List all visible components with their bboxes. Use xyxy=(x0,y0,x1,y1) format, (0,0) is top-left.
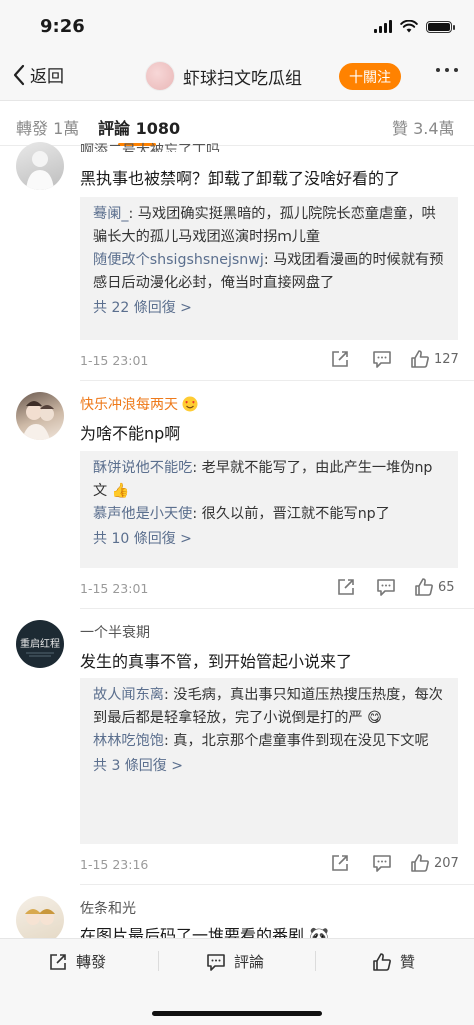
heart-eyes-emoji-icon xyxy=(182,396,198,412)
home-indicator[interactable] xyxy=(152,1011,322,1016)
like-count: 207 xyxy=(434,855,459,871)
avatar[interactable] xyxy=(16,392,64,440)
like-button[interactable]: 贊 xyxy=(372,951,415,972)
avatar[interactable] xyxy=(16,142,64,190)
comment-text: 为啥不能np啊 xyxy=(80,424,181,443)
comment-username[interactable]: 快乐冲浪每两天 xyxy=(80,394,198,414)
like-button[interactable]: 65 xyxy=(414,577,455,597)
status-icons xyxy=(374,20,455,33)
comment-item: 重启红程 一个半衰期 发生的真事不管，到开始管起小说来了 故人闻东离: 没毛病，… xyxy=(0,612,474,882)
comment-username[interactable]: 啊添二号大被忘了丁吗 xyxy=(80,140,220,152)
page-title: 虾球扫文吃瓜组 xyxy=(183,68,302,89)
comment-text: 黑执事也被禁啊？卸载了卸载了没啥好看的了 xyxy=(80,169,401,188)
separator xyxy=(315,951,316,971)
reply-username[interactable]: 蓦阑_ xyxy=(93,206,128,222)
battery-icon xyxy=(426,20,455,33)
comment-username[interactable]: 一个半衰期 xyxy=(80,622,150,642)
reply-username[interactable]: 随便改个shsigshsnejsnwj xyxy=(93,252,264,268)
divider xyxy=(80,884,474,885)
tab-comments[interactable]: 評論 1080 xyxy=(98,115,180,139)
comment-item: 快乐冲浪每两天 为啥不能np啊 酥饼说他不能吃: 老早就不能写了，由此产生一堆伪… xyxy=(0,384,474,609)
comment-actions: 65 xyxy=(336,577,455,597)
anime-characters-icon xyxy=(22,401,54,440)
cellular-signal-icon xyxy=(374,20,392,33)
group-header[interactable]: 虾球扫文吃瓜组 xyxy=(145,61,302,91)
view-more-replies-link[interactable]: 共 10 條回復 > xyxy=(93,528,446,548)
like-count: 127 xyxy=(434,351,459,367)
avatar-logo-text: 重启红程 xyxy=(20,637,60,650)
divider xyxy=(80,608,474,609)
thumbs-up-icon xyxy=(415,578,433,596)
share-icon[interactable] xyxy=(336,577,356,597)
like-count: 65 xyxy=(438,579,455,595)
comment-actions: 207 xyxy=(330,853,459,873)
like-button[interactable]: 127 xyxy=(410,349,459,369)
comment-text: 发生的真事不管，到开始管起小说来了 xyxy=(80,652,353,671)
comment-timestamp: 1-15 23:01 xyxy=(80,581,149,596)
avatar[interactable] xyxy=(16,896,64,938)
comment-button[interactable]: 評論 xyxy=(206,951,264,972)
reply-item: 慕声他是小天使: 很久以前，晋江就不能写np了 xyxy=(93,506,390,522)
reply-username[interactable]: 慕声他是小天使 xyxy=(93,506,192,522)
status-time: 9:26 xyxy=(40,16,85,37)
repost-icon xyxy=(50,953,66,970)
comment-label: 評論 xyxy=(234,953,265,971)
reply-item: 蓦阑_: 马戏团确实挺黑暗的，孤儿院院长恋童虐童，哄骗长大的孤儿马戏团巡演时拐ｍ… xyxy=(93,206,436,245)
comment-item: 啊添二号大被忘了丁吗 黑执事也被禁啊？卸载了卸载了没啥好看的了 蓦阑_: 马戏团… xyxy=(0,142,474,376)
thumbs-up-icon xyxy=(411,854,429,872)
reply-item: 随便改个shsigshsnejsnwj: 马戏团看漫画的时候就有预感日后动漫化必… xyxy=(93,252,444,291)
thumbs-up-icon xyxy=(411,350,429,368)
repost-button[interactable]: 轉發 xyxy=(48,951,106,972)
comment-icon[interactable] xyxy=(376,577,396,597)
more-options-icon[interactable] xyxy=(436,68,458,72)
avatar[interactable]: 重启红程 xyxy=(16,620,64,668)
share-icon[interactable] xyxy=(330,853,350,873)
comment-icon xyxy=(207,953,225,971)
group-avatar xyxy=(145,61,175,91)
reply-text: 真，北京那个虐童事件到现在没见下文呢 xyxy=(173,733,429,749)
like-label: 贊 xyxy=(400,953,416,971)
avatar-logo: 重启红程 xyxy=(20,637,60,657)
comment-actions: 127 xyxy=(330,349,459,369)
back-label: 返回 xyxy=(30,67,64,87)
reply-username[interactable]: 故人闻东离 xyxy=(93,687,164,703)
nav-bar: 返回 虾球扫文吃瓜组 十關注 xyxy=(0,52,474,101)
separator xyxy=(158,951,159,971)
comment-timestamp: 1-15 23:16 xyxy=(80,857,149,872)
reply-username[interactable]: 酥饼说他不能吃 xyxy=(93,460,192,476)
divider xyxy=(80,380,474,381)
user-figure-icon xyxy=(26,151,54,190)
comment-icon[interactable] xyxy=(372,853,392,873)
like-button[interactable]: 207 xyxy=(410,853,459,873)
replies-box[interactable]: 蓦阑_: 马戏团确实挺黑暗的，孤儿院院长恋童虐童，哄骗长大的孤儿马戏团巡演时拐ｍ… xyxy=(80,197,458,340)
reply-text: 很久以前，晋江就不能写np了 xyxy=(201,506,390,522)
back-button[interactable]: 返回 xyxy=(12,62,64,87)
reply-item: 故人闻东离: 没毛病，真出事只知道压热搜压热度，每次到最后都是轻拿轻放，完了小说… xyxy=(93,687,443,726)
thumbs-up-icon xyxy=(373,952,391,971)
view-more-replies-link[interactable]: 共 22 條回復 > xyxy=(93,297,446,317)
follow-button[interactable]: 十關注 xyxy=(339,63,401,90)
tab-likes[interactable]: 贊 3.4萬 xyxy=(392,115,455,139)
comment-icon[interactable] xyxy=(372,349,392,369)
comment-item: 佐条和光 在图片最后码了一堆要看的番剧 🐼 xyxy=(0,888,474,938)
comment-username[interactable]: 佐条和光 xyxy=(80,898,136,918)
comment-timestamp: 1-15 23:01 xyxy=(80,353,149,368)
status-bar: 9:26 xyxy=(0,0,474,52)
repost-label: 轉發 xyxy=(76,953,107,971)
wifi-icon xyxy=(400,20,418,33)
chevron-left-icon xyxy=(13,64,25,85)
anime-characters-icon xyxy=(25,909,55,925)
share-icon[interactable] xyxy=(330,349,350,369)
reply-username[interactable]: 林林吃饱饱 xyxy=(93,733,164,749)
replies-box[interactable]: 故人闻东离: 没毛病，真出事只知道压热搜压热度，每次到最后都是轻拿轻放，完了小说… xyxy=(80,678,458,844)
reply-item: 酥饼说他不能吃: 老早就不能写了，由此产生一堆伪np文 👍 xyxy=(93,460,433,499)
replies-box[interactable]: 酥饼说他不能吃: 老早就不能写了，由此产生一堆伪np文 👍 慕声他是小天使: 很… xyxy=(80,451,458,568)
bottom-action-bar: 轉發 評論 贊 xyxy=(0,938,474,1025)
tab-repost[interactable]: 轉發 1萬 xyxy=(16,115,79,139)
comment-text: 在图片最后码了一堆要看的番剧 🐼 xyxy=(80,926,330,938)
reply-item: 林林吃饱饱: 真，北京那个虐童事件到现在没见下文呢 xyxy=(93,733,429,749)
tab-bar: 轉發 1萬 評論 1080 贊 3.4萬 xyxy=(0,101,474,146)
reply-text: 马戏团确实挺黑暗的，孤儿院院长恋童虐童，哄骗长大的孤儿马戏团巡演时拐ｍ儿童 xyxy=(93,206,436,245)
view-more-replies-link[interactable]: 共 3 條回復 > xyxy=(93,755,446,775)
